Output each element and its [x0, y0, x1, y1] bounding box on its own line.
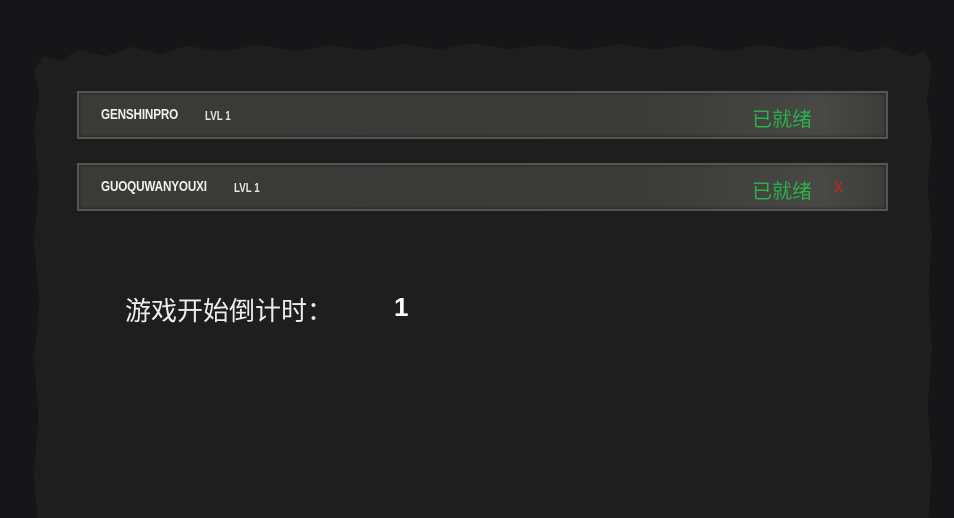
- player-row: GENSHINPRO LVL 1 已就绪: [77, 91, 888, 139]
- player-name: GUOQUWANYOUXI: [101, 178, 207, 195]
- countdown-label: 游戏开始倒计时：: [125, 297, 334, 327]
- player-level: LVL 1: [234, 180, 260, 195]
- ready-status: 已就绪: [752, 107, 812, 131]
- player-name: GENSHINPRO: [101, 106, 179, 123]
- player-level: LVL 1: [205, 108, 231, 123]
- countdown-value: 1: [394, 292, 409, 322]
- player-row: GUOQUWANYOUXI LVL 1 已就绪 x: [77, 163, 888, 211]
- close-icon[interactable]: x: [834, 176, 843, 197]
- lobby-screen: GENSHINPRO LVL 1 已就绪 GUOQUWANYOUXI LVL 1…: [0, 0, 954, 518]
- ready-status: 已就绪: [752, 179, 812, 203]
